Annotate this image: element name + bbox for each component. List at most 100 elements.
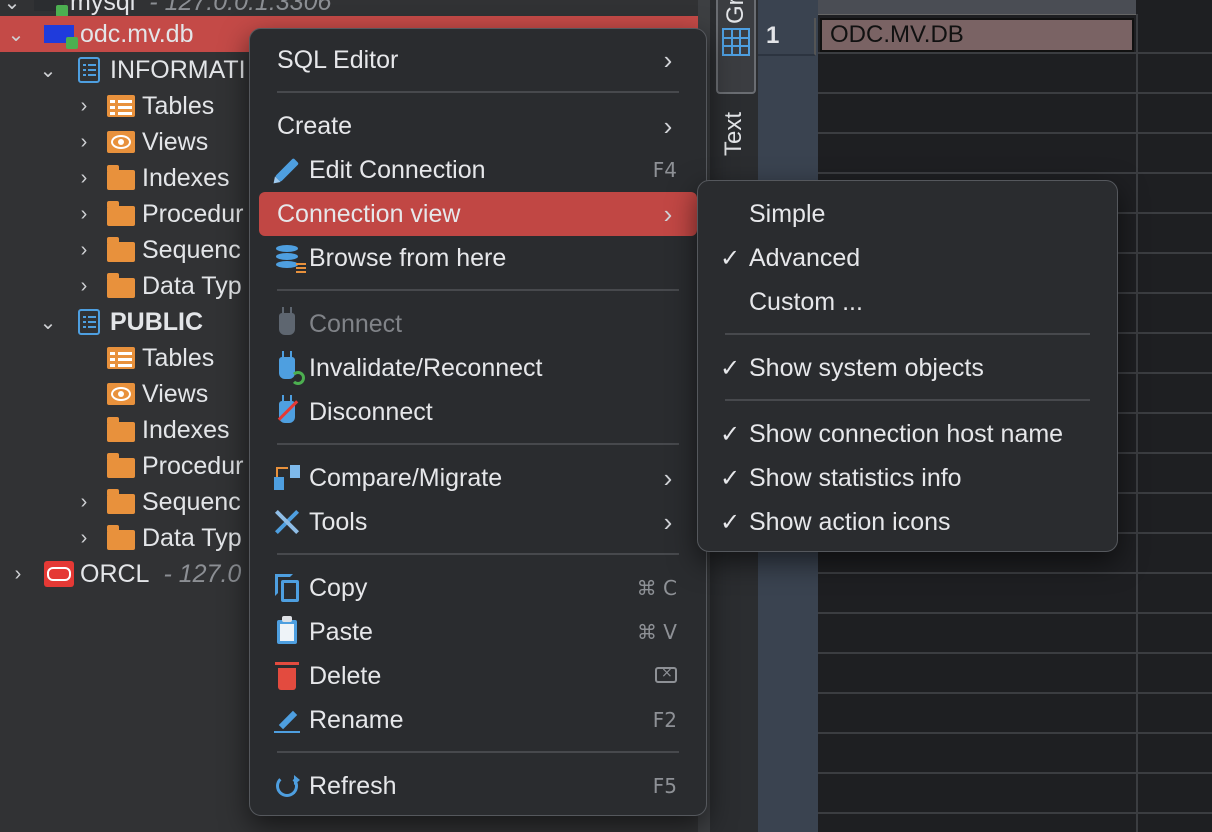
menu-item-connect[interactable]: Connect — [259, 302, 697, 346]
chevron-right-icon[interactable]: › — [72, 484, 96, 520]
menu-item-label: Refresh — [309, 771, 397, 800]
chevron-right-icon[interactable]: › — [6, 556, 30, 592]
menu-item-invalidate-reconnect[interactable]: Invalidate/Reconnect — [259, 346, 697, 390]
refresh-icon — [265, 764, 309, 808]
trash-icon — [265, 654, 309, 698]
folder-icon — [106, 165, 136, 191]
chevron-right-icon[interactable]: › — [72, 520, 96, 556]
chevron-right-icon: › — [663, 198, 673, 229]
menu-item-label: Rename — [309, 705, 404, 734]
column-header[interactable] — [818, 0, 1136, 15]
row-number[interactable]: 1 — [758, 18, 816, 56]
menu-item-label: Connection view — [277, 199, 461, 228]
menu-item-label: Invalidate/Reconnect — [309, 353, 543, 382]
pencil-icon — [265, 148, 309, 192]
submenu-item-label: Show connection host name — [749, 419, 1064, 448]
chevron-right-icon[interactable]: › — [72, 196, 96, 232]
tree-item-label: Data Typ — [142, 271, 242, 300]
chevron-down-icon[interactable]: ⌄ — [4, 16, 28, 52]
menu-item-delete[interactable]: Delete — [259, 654, 697, 698]
menu-item-compare-migrate[interactable]: Compare/Migrate › — [259, 456, 697, 500]
disconnect-icon — [265, 390, 309, 434]
checkmark-icon: ✓ — [719, 420, 741, 448]
submenu-item-simple[interactable]: Simple — [707, 192, 1108, 236]
chevron-right-icon[interactable]: › — [72, 124, 96, 160]
menu-item-rename[interactable]: Rename F2 — [259, 698, 697, 742]
tree-item-label: odc.mv.db — [80, 19, 194, 48]
submenu-item-show-action-icons[interactable]: ✓ Show action icons — [707, 500, 1108, 544]
menu-item-sql-editor[interactable]: SQL Editor › — [259, 38, 697, 82]
folder-icon — [106, 201, 136, 227]
menu-item-label: Create — [277, 111, 353, 140]
grid-cell[interactable]: ODC.MV.DB — [820, 18, 1134, 52]
chevron-right-icon: › — [663, 462, 673, 493]
tree-item-label: Sequenc — [142, 235, 241, 264]
tree-item-label: Views — [142, 379, 209, 408]
folder-icon — [106, 417, 136, 443]
tree-item-label: Data Typ — [142, 523, 242, 552]
checkmark-icon: ✓ — [719, 354, 741, 382]
submenu-item-show-system-objects[interactable]: ✓ Show system objects — [707, 346, 1108, 390]
submenu-item-show-connection-host-name[interactable]: ✓ Show connection host name — [707, 412, 1108, 456]
tab-grid-label: Gri — [722, 0, 749, 24]
tree-item-label: Tables — [142, 343, 215, 372]
tree-item-label: PUBLIC — [110, 307, 204, 336]
tools-icon — [265, 500, 309, 544]
submenu-item-advanced[interactable]: ✓ Advanced — [707, 236, 1108, 280]
table-folder-icon — [106, 345, 136, 371]
tree-item-label: Indexes — [142, 163, 230, 192]
schema-icon — [74, 309, 104, 335]
delete-key-icon — [655, 664, 677, 688]
menu-item-refresh[interactable]: Refresh F5 — [259, 764, 697, 808]
tab-text[interactable]: Text — [716, 112, 752, 172]
chevron-down-icon[interactable]: ⌄ — [36, 304, 60, 340]
menu-item-paste[interactable]: Paste ⌘ V — [259, 610, 697, 654]
menu-separator — [277, 91, 679, 93]
chevron-right-icon[interactable]: › — [72, 268, 96, 304]
menu-item-label: Browse from here — [309, 243, 507, 272]
chevron-right-icon: › — [663, 110, 673, 141]
chevron-right-icon: › — [663, 506, 673, 537]
folder-icon — [106, 453, 136, 479]
menu-separator — [725, 399, 1090, 401]
connection-view-submenu: Simple ✓ Advanced Custom ... ✓ Show syst… — [697, 180, 1118, 552]
menu-separator — [725, 333, 1090, 335]
menu-item-disconnect[interactable]: Disconnect — [259, 390, 697, 434]
chevron-down-icon[interactable]: ⌄ — [36, 52, 60, 88]
menu-item-label: SQL Editor — [277, 45, 399, 74]
tree-item-label: Views — [142, 127, 209, 156]
database-icon — [265, 236, 309, 280]
tree-item-label: Indexes — [142, 415, 230, 444]
context-menu: SQL Editor › Create › Edit Connection F4… — [249, 28, 707, 816]
chevron-right-icon[interactable]: › — [72, 160, 96, 196]
menu-item-tools[interactable]: Tools › — [259, 500, 697, 544]
view-folder-icon — [106, 381, 136, 407]
submenu-item-label: Show statistics info — [749, 463, 962, 492]
submenu-item-label: Show action icons — [749, 507, 951, 536]
menu-item-browse-from-here[interactable]: Browse from here — [259, 236, 697, 280]
menu-item-connection-view[interactable]: Connection view › — [259, 192, 697, 236]
submenu-item-custom[interactable]: Custom ... — [707, 280, 1108, 324]
submenu-item-show-statistics-info[interactable]: ✓ Show statistics info — [707, 456, 1108, 500]
chevron-right-icon[interactable]: › — [72, 232, 96, 268]
menu-item-create[interactable]: Create › — [259, 104, 697, 148]
menu-item-shortcut: ⌘ C — [636, 576, 677, 600]
menu-separator — [277, 553, 679, 555]
menu-item-shortcut: ⌘ V — [636, 620, 677, 644]
menu-item-edit-connection[interactable]: Edit Connection F4 — [259, 148, 697, 192]
chevron-right-icon[interactable]: › — [72, 88, 96, 124]
menu-item-copy[interactable]: Copy ⌘ C — [259, 566, 697, 610]
schema-icon — [74, 57, 104, 83]
folder-icon — [106, 273, 136, 299]
menu-item-label: Edit Connection — [309, 155, 486, 184]
tab-text-label: Text — [720, 112, 747, 157]
oracle-icon — [44, 561, 74, 587]
database-icon — [34, 0, 68, 17]
menu-item-shortcut: F2 — [652, 708, 677, 732]
tree-item-label: Procedur — [142, 199, 244, 228]
checkmark-icon: ✓ — [719, 244, 741, 272]
tree-item-label: Sequenc — [142, 487, 241, 516]
submenu-item-label: Custom ... — [749, 287, 863, 316]
reconnect-icon — [265, 346, 309, 390]
tab-grid[interactable]: Gri — [716, 0, 756, 94]
